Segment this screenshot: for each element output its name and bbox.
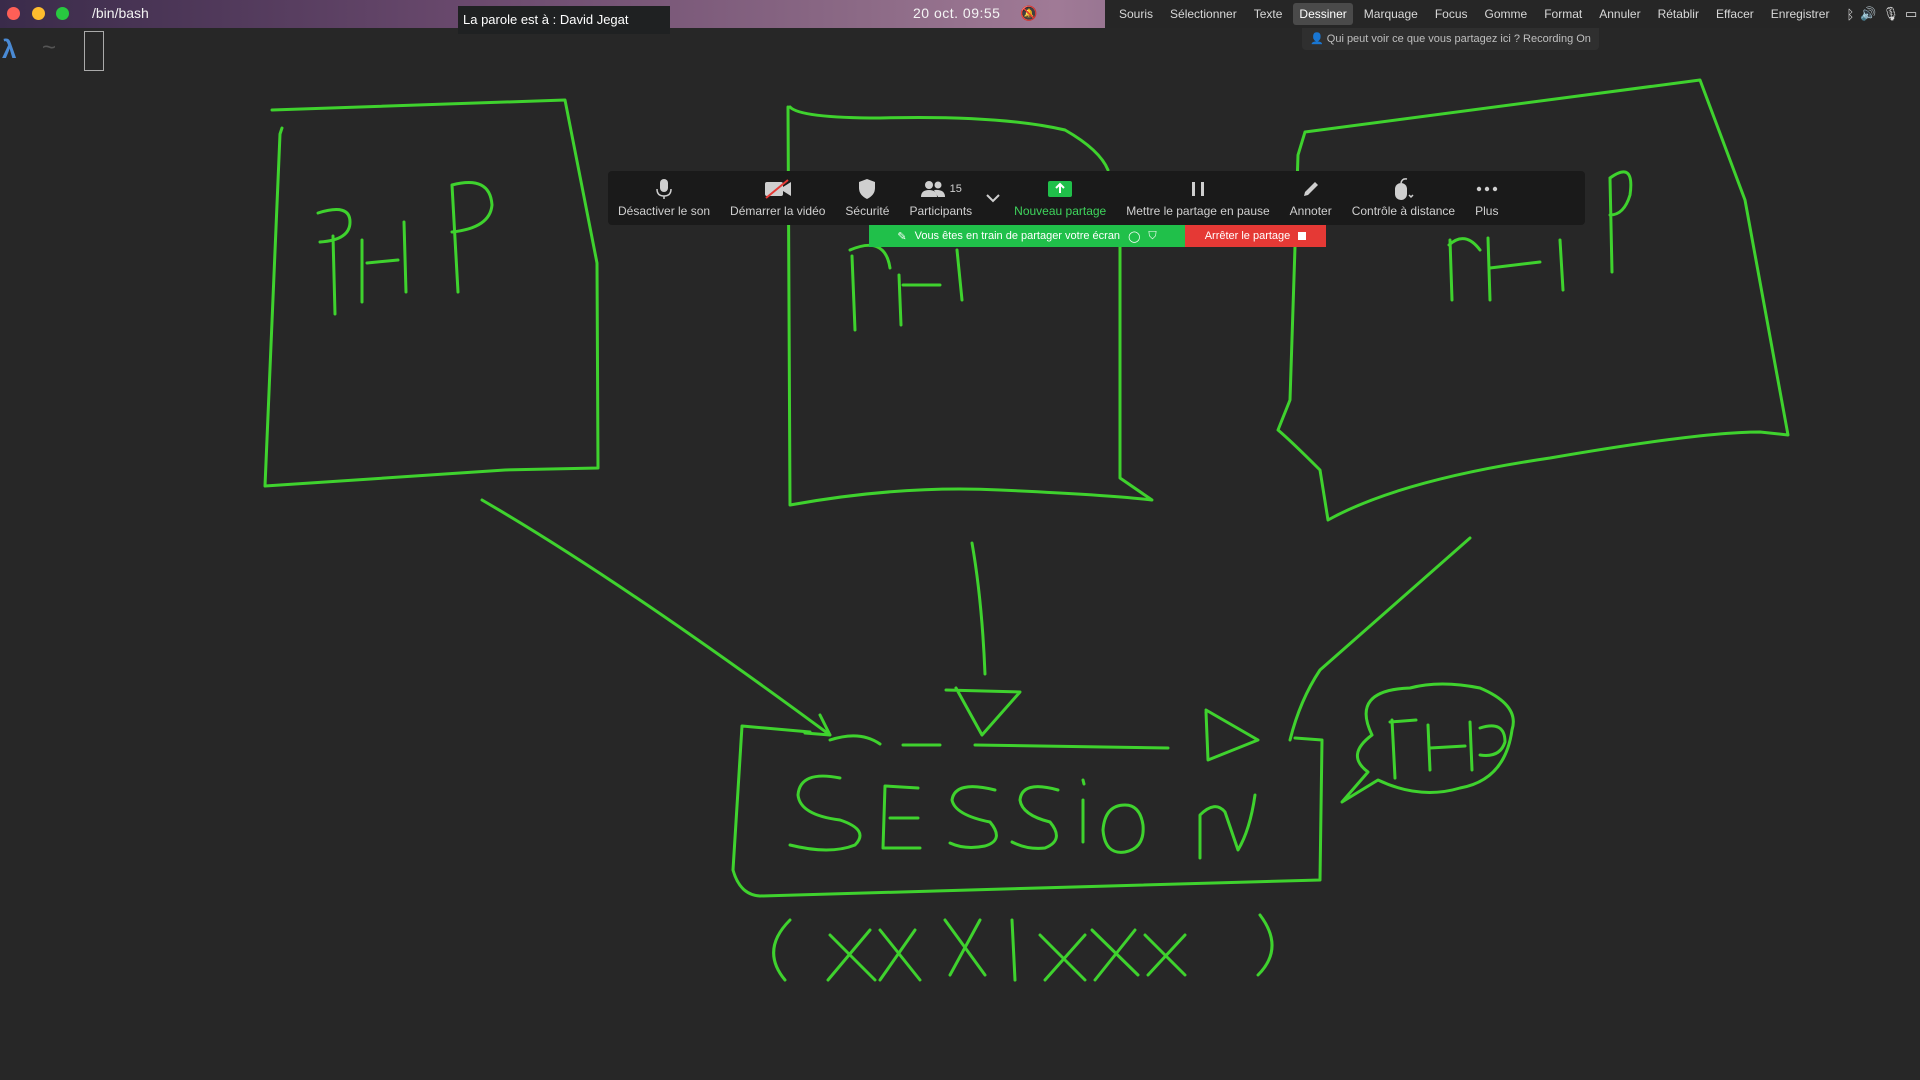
mute-button[interactable]: Désactiver le son <box>618 178 710 218</box>
video-off-icon <box>764 178 792 200</box>
drawn-php-middle <box>848 244 964 332</box>
participants-label: Participants <box>909 204 973 218</box>
stop-share-button[interactable]: Arrêter le partage <box>1185 225 1326 247</box>
new-share-button[interactable]: Nouveau partage <box>1014 178 1106 218</box>
more-button[interactable]: Plus <box>1475 178 1498 218</box>
more-label: Plus <box>1475 204 1499 218</box>
drawn-session-text <box>788 774 1257 860</box>
share-screen-icon <box>1047 178 1073 200</box>
screen-share-toolbar: Désactiver le son Démarrer la vidéo Sécu… <box>608 171 1585 225</box>
security-button[interactable]: Sécurité <box>845 178 889 218</box>
participants-icon <box>920 181 945 197</box>
sharing-status[interactable]: ✎ Vous êtes en train de partager votre é… <box>869 225 1185 247</box>
sharing-info-icon: ◯ <box>1128 230 1141 243</box>
sharing-status-text: Vous êtes en train de partager votre écr… <box>914 230 1121 242</box>
chevron-down-icon <box>986 187 1000 209</box>
annotate-button[interactable]: Annoter <box>1290 178 1332 218</box>
remote-control-button[interactable]: Contrôle à distance <box>1352 178 1455 218</box>
stop-icon <box>1298 232 1307 240</box>
annotation-canvas[interactable] <box>0 0 1920 1080</box>
drawn-document-left <box>263 98 600 488</box>
drawn-php-left <box>316 181 494 316</box>
shield-check-icon: ⛉ <box>1148 229 1157 242</box>
pause-share-button[interactable]: Mettre le partage en pause <box>1126 178 1270 218</box>
participants-button[interactable]: 15 Participants <box>909 178 972 218</box>
drawn-arrow-left <box>480 498 832 737</box>
drawn-xxxx-text <box>772 913 1274 982</box>
drawn-document-right <box>1276 78 1790 522</box>
start-video-button[interactable]: Démarrer la vidéo <box>730 178 825 218</box>
annotate-label: Annoter <box>1289 204 1332 218</box>
drawn-document-middle <box>786 105 1154 507</box>
mute-label: Désactiver le son <box>618 204 711 218</box>
drag-handle-icon[interactable]: ✎ <box>897 230 906 243</box>
remote-control-label: Contrôle à distance <box>1351 204 1456 218</box>
participants-count: 15 <box>949 183 962 195</box>
start-video-label: Démarrer la vidéo <box>730 204 826 218</box>
stop-share-label: Arrêter le partage <box>1204 230 1291 242</box>
shield-icon <box>858 178 876 200</box>
mouse-icon <box>1392 178 1414 200</box>
pause-icon <box>1191 178 1205 200</box>
more-dots-icon <box>1476 178 1498 200</box>
drawn-arrow-right <box>1204 536 1472 762</box>
new-share-label: Nouveau partage <box>1014 204 1107 218</box>
pencil-icon <box>1302 178 1320 200</box>
participants-menu-chevron[interactable] <box>986 187 1000 209</box>
drawn-php-bubble <box>1388 718 1507 780</box>
microphone-icon <box>656 178 672 200</box>
security-label: Sécurité <box>845 204 890 218</box>
pause-share-label: Mettre le partage en pause <box>1126 204 1270 218</box>
sharing-status-bar: ✎ Vous êtes en train de partager votre é… <box>869 225 1326 247</box>
drawn-arrow-middle <box>944 541 1022 737</box>
